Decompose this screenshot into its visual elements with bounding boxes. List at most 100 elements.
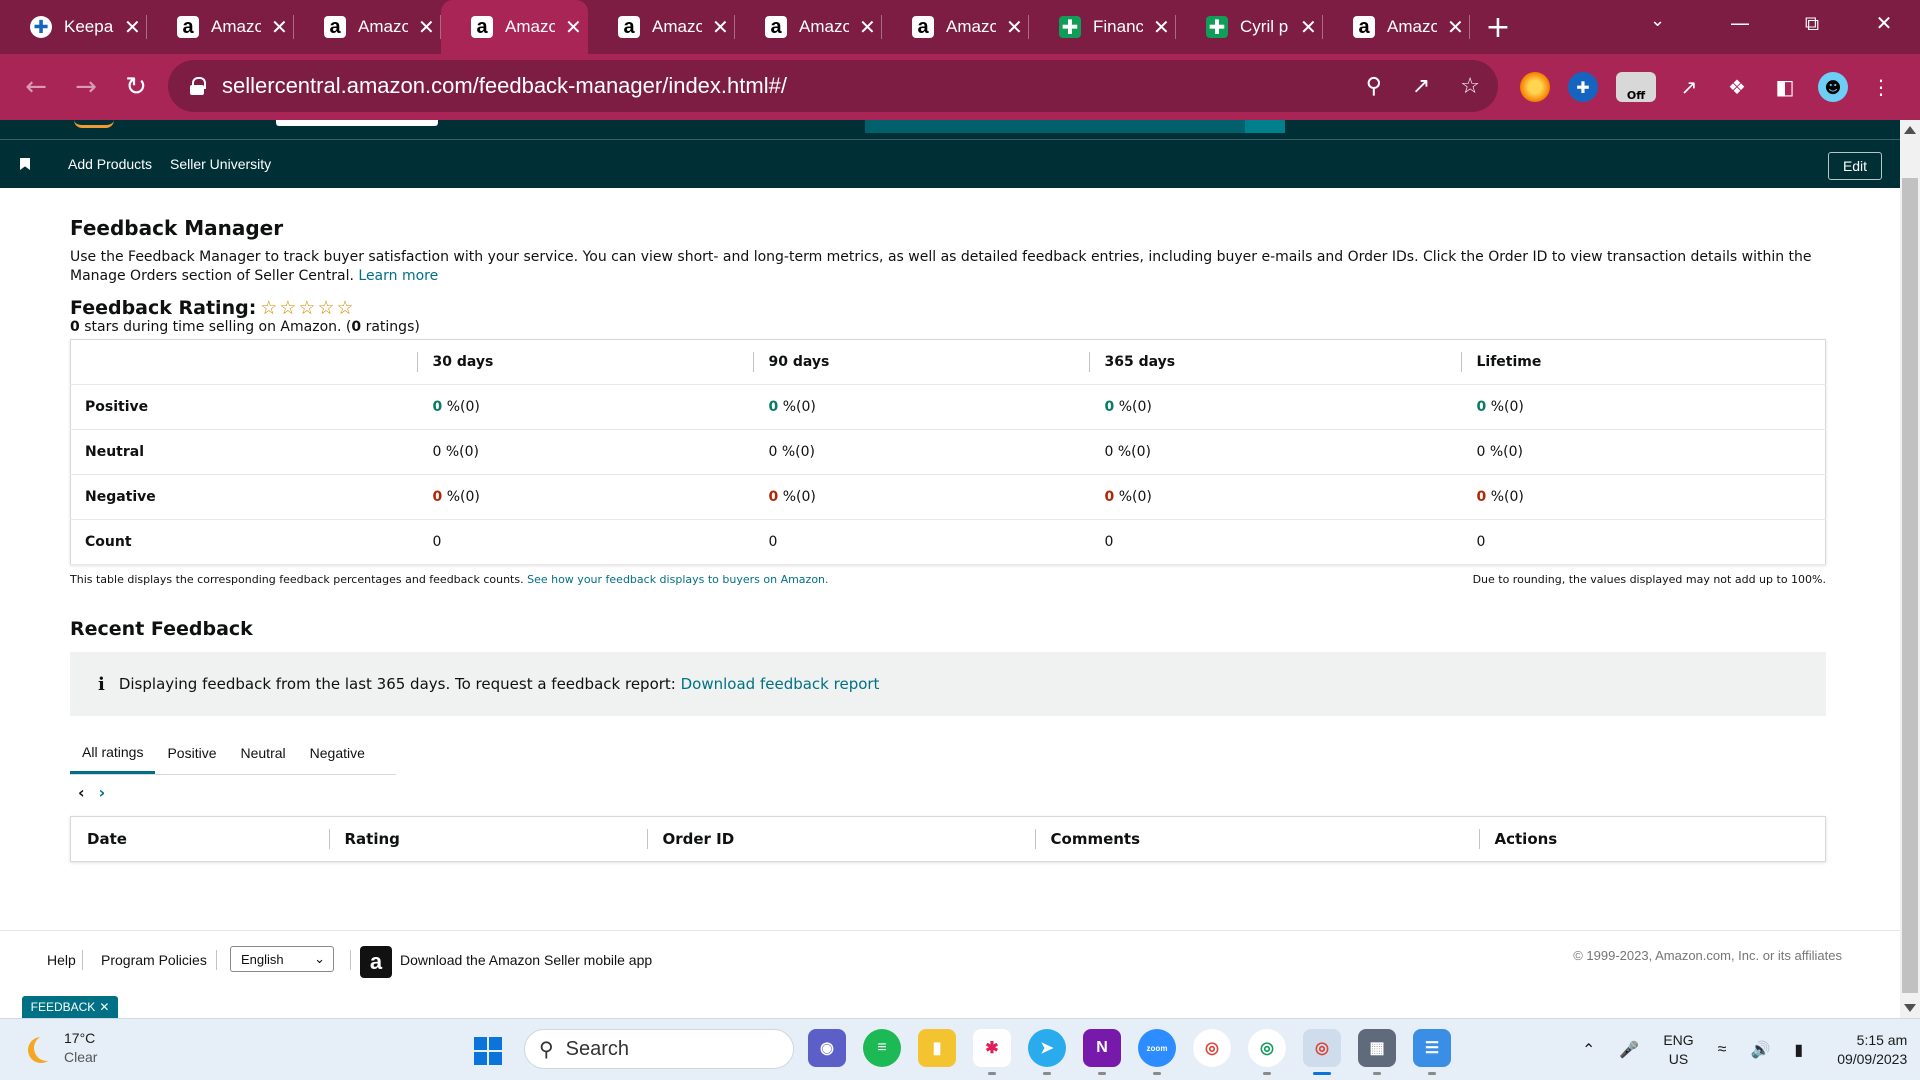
close-icon[interactable]: ✕	[1153, 15, 1170, 39]
profile-avatar[interactable]: ☻	[1818, 72, 1848, 102]
system-clock[interactable]: 5:15 am 09/09/2023	[1837, 1031, 1907, 1069]
browser-tab[interactable]: ✚ Finance ✕	[1029, 0, 1176, 54]
chrome-profile-icon[interactable]: ◎	[1248, 1029, 1286, 1075]
close-window-button[interactable]: ✕	[1848, 0, 1920, 46]
scrollbar-thumb[interactable]	[1902, 178, 1918, 993]
amazon-seller-app-icon[interactable]: a	[360, 946, 392, 978]
browser-tab[interactable]: a Amazon ✕	[294, 0, 441, 54]
show-hidden-icons-chevron-icon[interactable]: ⌃	[1582, 1040, 1595, 1060]
volume-icon[interactable]: 🔊	[1750, 1040, 1770, 1060]
close-icon[interactable]: ✕	[712, 15, 729, 39]
calculator-icon[interactable]: ▦	[1358, 1029, 1396, 1075]
info-alert: i Displaying feedback from the last 365 …	[70, 652, 1826, 716]
footer-app-download-link[interactable]: Download the Amazon Seller mobile app	[400, 952, 652, 968]
extension-off-badge[interactable]: Off	[1616, 72, 1656, 102]
browser-tab[interactable]: ✚ Cyril p ✕	[1176, 0, 1323, 54]
language-select[interactable]: English ⌄	[230, 946, 334, 972]
browser-tab[interactable]: a Amazon ✕	[588, 0, 735, 54]
next-page-icon[interactable]: ›	[99, 783, 106, 802]
footer-help-link[interactable]: Help	[47, 952, 76, 968]
learn-more-link[interactable]: Learn more	[358, 268, 438, 284]
feedback-widget-tab[interactable]: FEEDBACK ✕	[22, 996, 118, 1018]
tab-positive[interactable]: Positive	[155, 732, 228, 774]
previous-page-icon[interactable]: ‹	[78, 783, 85, 802]
page-footer	[0, 930, 1900, 1018]
reload-button[interactable]: ↻	[112, 63, 160, 111]
tab-neutral[interactable]: Neutral	[229, 732, 298, 774]
file-explorer-icon[interactable]: ▮	[918, 1029, 956, 1067]
minimize-button[interactable]: —	[1704, 0, 1776, 46]
zoom-icon[interactable]: zoom	[1138, 1029, 1176, 1075]
spotify-icon[interactable]: ≡	[863, 1029, 901, 1067]
close-icon[interactable]: ✕	[859, 15, 876, 39]
share-icon[interactable]: ↗	[1412, 74, 1430, 99]
search-icon: ⚲	[539, 1038, 554, 1061]
close-icon[interactable]: ✕	[1447, 15, 1464, 39]
back-button[interactable]: ←	[12, 63, 60, 111]
download-feedback-report-link[interactable]: Download feedback report	[681, 675, 880, 693]
rounding-note: Due to rounding, the values displayed ma…	[1472, 573, 1826, 586]
bookmark-icon[interactable]	[20, 158, 30, 170]
browser-tab[interactable]: a Amazon ✕	[735, 0, 882, 54]
nav-link-seller-university[interactable]: Seller University	[170, 156, 271, 172]
lock-icon[interactable]	[190, 77, 206, 95]
marketplace-switcher[interactable]	[276, 120, 438, 126]
forward-button[interactable]: →	[62, 63, 110, 111]
close-icon[interactable]: ✕	[1006, 15, 1023, 39]
tab-negative[interactable]: Negative	[298, 732, 377, 774]
new-tab-button[interactable]: +	[1470, 0, 1526, 54]
weather-widget[interactable]: 17°C Clear	[26, 1029, 97, 1067]
wifi-icon[interactable]: ≈	[1718, 1041, 1727, 1059]
close-icon[interactable]: ✕	[418, 15, 435, 39]
zoom-icon[interactable]: ⚲	[1366, 74, 1382, 99]
extension-orange-icon[interactable]	[1520, 72, 1550, 102]
scroll-up-icon[interactable]	[1904, 126, 1916, 134]
chrome-icon[interactable]: ◎	[1193, 1029, 1231, 1067]
search-submit-button[interactable]	[1245, 120, 1285, 133]
tab-search-chevron-icon[interactable]: ⌄	[1650, 10, 1665, 31]
browser-tab[interactable]: a Amazon ✕	[147, 0, 294, 54]
windows-start-icon[interactable]	[474, 1037, 502, 1065]
close-icon[interactable]: ✕	[99, 1000, 109, 1014]
slack-icon[interactable]: ✱	[973, 1029, 1011, 1075]
keepa-extension-icon[interactable]: ✚	[1568, 72, 1598, 102]
scroll-down-icon[interactable]	[1904, 1004, 1916, 1012]
taskbar-search[interactable]: ⚲ Search	[524, 1029, 794, 1069]
battery-icon[interactable]: ▮	[1794, 1040, 1803, 1060]
restore-button[interactable]: ⧉	[1776, 0, 1848, 46]
intro-body: Use the Feedback Manager to track buyer …	[70, 249, 1812, 284]
notepad-icon[interactable]: ☰	[1413, 1029, 1451, 1075]
nav-link-add-products[interactable]: Add Products	[68, 156, 152, 172]
chrome-active-profile-icon[interactable]: ◎	[1303, 1029, 1341, 1075]
browser-tab[interactable]: ✚ Keepa ✕	[0, 0, 147, 54]
browser-menu-icon[interactable]: ⋮	[1866, 72, 1896, 102]
close-icon[interactable]: ✕	[124, 15, 141, 39]
browser-tab[interactable]: a Amazon ✕	[882, 0, 1029, 54]
extensions-puzzle-icon[interactable]: ❖	[1722, 72, 1752, 102]
onenote-icon[interactable]: N	[1083, 1029, 1121, 1075]
footer-program-policies-link[interactable]: Program Policies	[101, 952, 207, 968]
telegram-icon[interactable]: ➤	[1028, 1029, 1066, 1075]
teams-chat-icon[interactable]: ◉	[808, 1029, 846, 1067]
input-language[interactable]: ENG US	[1663, 1031, 1693, 1069]
global-search-bar[interactable]	[865, 120, 1245, 133]
address-bar[interactable]: sellercentral.amazon.com/feedback-manage…	[168, 60, 1498, 112]
browser-tab[interactable]: a Amazon ✕	[1323, 0, 1470, 54]
microphone-icon[interactable]: 🎤	[1619, 1040, 1639, 1060]
edit-bookmarks-button[interactable]: Edit	[1828, 152, 1882, 180]
amazon-logo[interactable]	[74, 120, 114, 128]
extension-arrow-icon[interactable]: ↗	[1674, 72, 1704, 102]
close-icon[interactable]: ✕	[1300, 15, 1317, 39]
close-icon[interactable]: ✕	[271, 15, 288, 39]
feedback-display-link[interactable]: See how your feedback displays to buyers…	[527, 573, 828, 586]
tab-all-ratings[interactable]: All ratings	[70, 732, 156, 774]
browser-tab[interactable]: a Amazon ✕	[441, 0, 588, 54]
close-icon[interactable]: ✕	[565, 15, 582, 39]
footer-copyright: © 1999-2023, Amazon.com, Inc. or its aff…	[1573, 948, 1842, 963]
bookmark-star-icon[interactable]: ☆	[1460, 74, 1480, 99]
main-content: Feedback Manager Use the Feedback Manage…	[70, 216, 1826, 862]
page-scrollbar[interactable]	[1900, 120, 1920, 1018]
tab-title: Keepa	[64, 17, 114, 36]
side-panel-icon[interactable]: ◧	[1770, 72, 1800, 102]
url-text[interactable]: sellercentral.amazon.com/feedback-manage…	[222, 73, 787, 99]
